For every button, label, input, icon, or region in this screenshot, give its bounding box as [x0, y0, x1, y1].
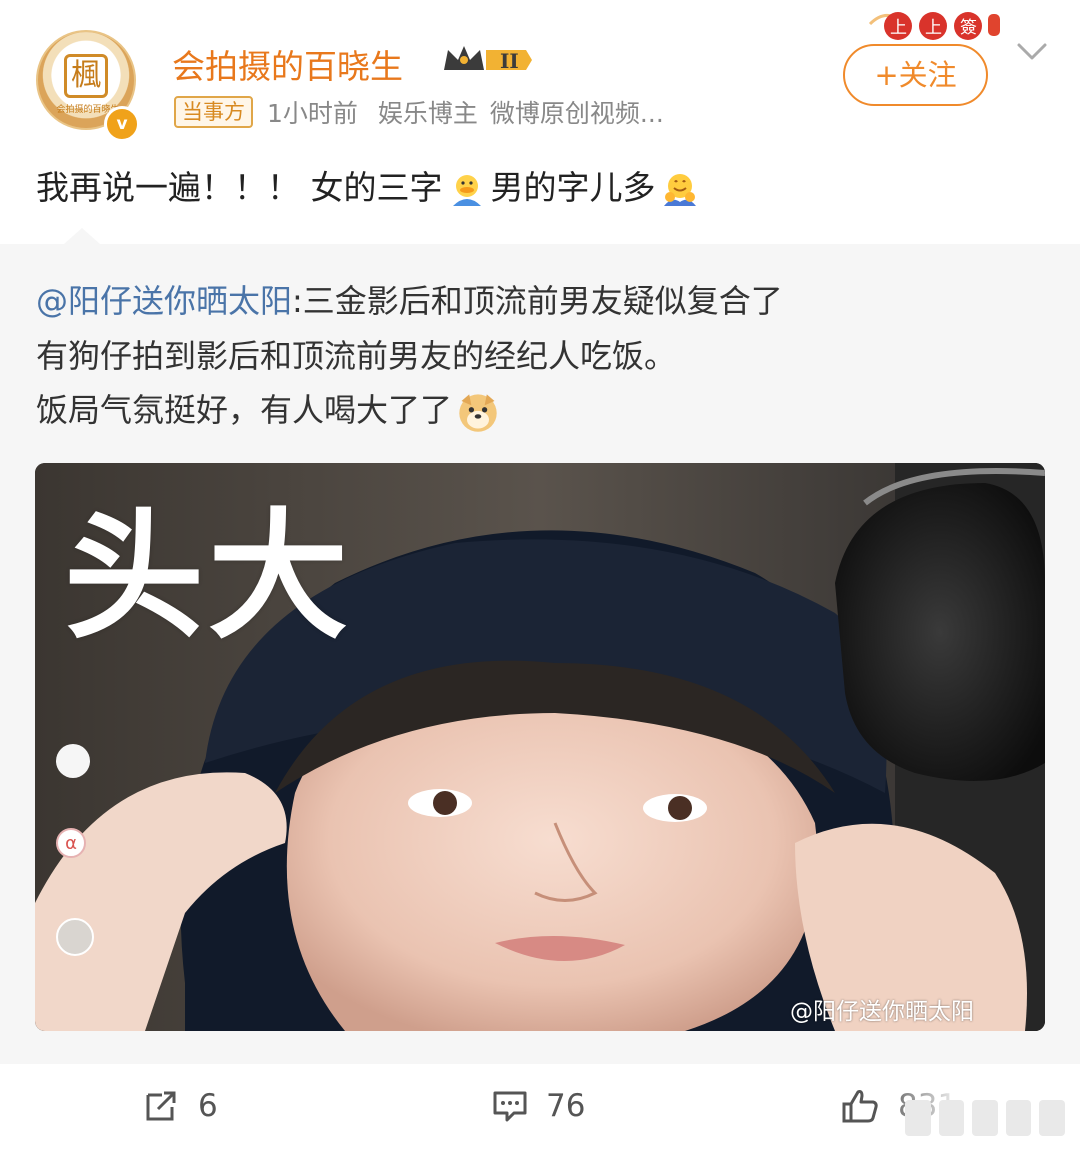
- repost-caret: [64, 228, 100, 244]
- repost-line-2: 有狗仔拍到影后和顶流前男友的经纪人吃饭。: [36, 337, 677, 375]
- post-text-part1: 我再说一遍！！！ 女的三字: [36, 168, 443, 207]
- lottery-badge[interactable]: 上 上 簽: [866, 4, 1016, 44]
- repost-line-1: @阳仔送你晒太阳:三金影后和顶流前男友疑似复合了: [36, 279, 783, 323]
- repost-action[interactable]: 6: [144, 1083, 218, 1129]
- verified-icon: v: [104, 106, 140, 142]
- crown-level: II: [500, 49, 519, 73]
- lottery-char-3: 簽: [960, 18, 977, 38]
- repost-line1-text: :三金影后和顶流前男友疑似复合了: [292, 282, 783, 320]
- repost-line3-text: 饭局气氛挺好，有人喝大了了: [36, 391, 453, 429]
- comment-count: 76: [546, 1088, 586, 1124]
- post-text-part2: 男的字儿多: [490, 168, 656, 207]
- follow-button[interactable]: +关注: [843, 44, 988, 106]
- hug-emoji-icon: [663, 173, 696, 206]
- user-category: 娱乐博主: [377, 99, 478, 128]
- post-header: 楓 会拍摄的百晓生 v 会拍摄的百晓生 II 当事方 1小时前 娱乐博主 微博原…: [0, 0, 1080, 142]
- share-icon: [146, 1091, 176, 1121]
- lottery-char-2: 上: [925, 18, 942, 38]
- post-source: 微博原创视频...: [489, 99, 664, 128]
- post-text: 我再说一遍！！！ 女的三字 男的字儿多: [36, 166, 704, 210]
- repost-line-3: 饭局气氛挺好，有人喝大了了: [36, 388, 504, 434]
- comment-icon: [493, 1091, 527, 1122]
- user-name[interactable]: 会拍摄的百晓生: [172, 40, 403, 88]
- image-watermark: @阳仔送你晒太阳: [790, 999, 974, 1025]
- comment-action[interactable]: 76: [492, 1083, 585, 1129]
- event-tag[interactable]: 当事方: [174, 96, 253, 128]
- side-avatar-icon[interactable]: [56, 918, 94, 956]
- image-overlay-text: 头大: [64, 496, 353, 659]
- duck-emoji-icon: [452, 174, 481, 206]
- crown-icon: II: [444, 46, 532, 73]
- thumbs-up-icon: [842, 1090, 878, 1123]
- lottery-char-1: 上: [890, 18, 907, 38]
- repost-mention[interactable]: @阳仔送你晒太阳: [36, 282, 292, 320]
- post-time: 1小时前: [267, 99, 358, 128]
- side-alpha-icon[interactable]: α: [56, 828, 86, 858]
- overlay-placeholder: [905, 1100, 1065, 1136]
- side-dot-1: [56, 744, 90, 778]
- avatar-logo: 楓: [64, 54, 108, 98]
- meta-row: 当事方 1小时前 娱乐博主 微博原创视频...: [174, 95, 664, 129]
- chevron-down-icon[interactable]: [1016, 40, 1048, 64]
- repost-count: 6: [198, 1088, 218, 1124]
- doge-emoji-icon: [459, 394, 497, 432]
